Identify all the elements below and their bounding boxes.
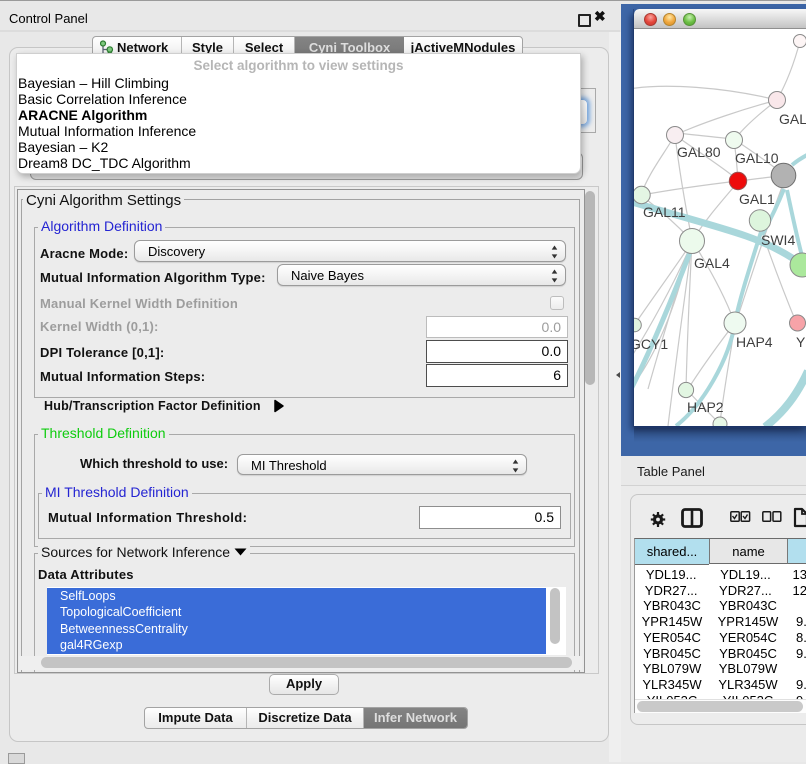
svg-text:GCY1: GCY1 xyxy=(634,336,668,352)
svg-text:GAL1: GAL1 xyxy=(739,191,775,207)
svg-text:SWI4: SWI4 xyxy=(761,232,795,248)
svg-text:GAL80: GAL80 xyxy=(677,144,721,160)
svg-text:GAL11: GAL11 xyxy=(643,204,686,220)
svg-text:HAP2: HAP2 xyxy=(687,399,724,415)
svg-text:GAL10: GAL10 xyxy=(735,150,779,166)
svg-text:HAP4: HAP4 xyxy=(736,334,773,350)
svg-text:GAL7: GAL7 xyxy=(779,111,806,127)
svg-text:Y: Y xyxy=(796,334,806,350)
svg-text:GAL4: GAL4 xyxy=(694,255,730,271)
